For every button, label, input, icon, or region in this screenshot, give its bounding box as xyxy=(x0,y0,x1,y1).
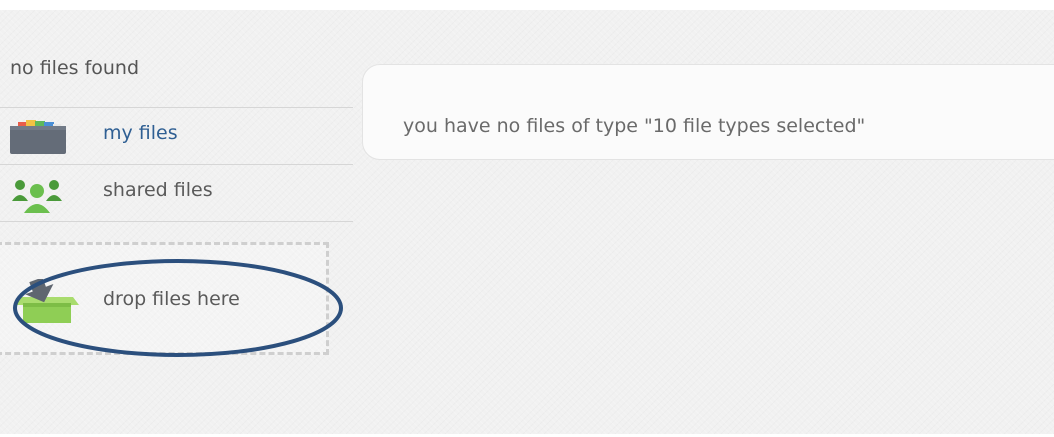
file-manager: no files found my files shared files dro… xyxy=(0,10,1054,434)
sidebar-item-label: my files xyxy=(103,122,178,144)
drop-zone[interactable]: drop files here xyxy=(0,242,329,355)
drop-zone-label: drop files here xyxy=(103,288,240,310)
no-files-status: no files found xyxy=(10,57,140,79)
sidebar: no files found my files shared files dro… xyxy=(0,10,355,434)
sidebar-item-my-files[interactable]: my files xyxy=(0,108,353,164)
drop-box-icon xyxy=(15,277,79,327)
empty-files-message: you have no files of type "10 file types… xyxy=(403,115,866,137)
folder-icon xyxy=(10,118,68,158)
sidebar-item-label: shared files xyxy=(103,179,213,201)
people-icon xyxy=(10,175,70,217)
sidebar-item-shared-files[interactable]: shared files xyxy=(0,165,353,221)
divider xyxy=(0,221,353,222)
empty-files-panel: you have no files of type "10 file types… xyxy=(362,64,1054,160)
